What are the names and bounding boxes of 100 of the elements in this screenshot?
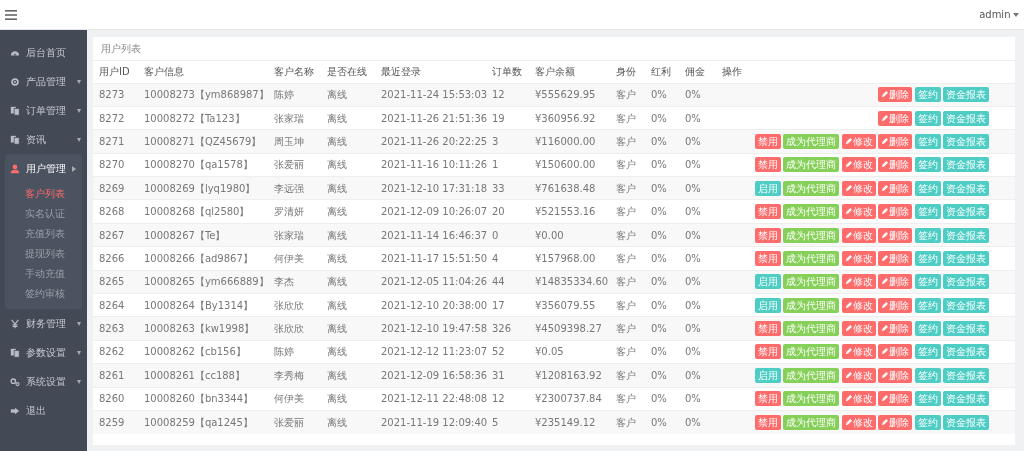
action-button[interactable]: 签约 — [914, 110, 941, 126]
action-button[interactable]: 签约 — [914, 227, 941, 243]
action-button[interactable]: 修改 — [841, 204, 876, 220]
action-button[interactable]: 修改 — [841, 157, 876, 173]
sidebar-item[interactable]: 退出 — [0, 396, 87, 425]
action-button[interactable]: 删除 — [878, 367, 912, 383]
action-button[interactable]: 资金报表 — [943, 297, 989, 313]
submenu-item[interactable]: 提现列表 — [5, 243, 82, 263]
action-button[interactable]: 成为代理商 — [783, 204, 839, 220]
sidebar-item[interactable]: 参数设置 — [0, 338, 87, 367]
sidebar-item[interactable]: 财务管理 — [0, 309, 87, 338]
action-button[interactable]: 删除 — [878, 297, 912, 313]
action-button[interactable]: 成为代理商 — [783, 297, 839, 313]
action-button[interactable]: 成为代理商 — [783, 250, 839, 266]
action-button[interactable]: 启用 — [754, 274, 781, 290]
action-button[interactable]: 删除 — [878, 87, 912, 103]
action-button[interactable]: 删除 — [878, 110, 912, 126]
action-button[interactable]: 签约 — [914, 344, 941, 360]
action-button[interactable]: 签约 — [914, 87, 941, 103]
action-button[interactable]: 资金报表 — [943, 87, 989, 103]
action-button[interactable]: 修改 — [841, 344, 876, 360]
action-button[interactable]: 签约 — [914, 157, 941, 173]
action-button[interactable]: 资金报表 — [943, 110, 989, 126]
action-button[interactable]: 启用 — [754, 367, 781, 383]
action-button[interactable]: 资金报表 — [943, 414, 989, 430]
action-button[interactable]: 删除 — [878, 133, 912, 149]
action-button[interactable]: 签约 — [914, 297, 941, 313]
action-button[interactable]: 资金报表 — [943, 367, 989, 383]
action-button[interactable]: 删除 — [878, 391, 912, 407]
action-button[interactable]: 签约 — [914, 133, 941, 149]
action-button[interactable]: 修改 — [841, 274, 876, 290]
action-button[interactable]: 成为代理商 — [783, 180, 839, 196]
submenu-item[interactable]: 手动充值 — [5, 263, 82, 283]
action-button[interactable]: 成为代理商 — [783, 414, 839, 430]
action-button[interactable]: 禁用 — [754, 204, 781, 220]
sidebar-item[interactable]: 资讯 — [0, 125, 87, 154]
action-button[interactable]: 删除 — [878, 274, 912, 290]
action-button[interactable]: 签约 — [914, 180, 941, 196]
action-button[interactable]: 签约 — [914, 367, 941, 383]
action-button[interactable]: 签约 — [914, 204, 941, 220]
action-button[interactable]: 删除 — [878, 344, 912, 360]
action-button[interactable]: 修改 — [841, 180, 876, 196]
sidebar-item[interactable]: 系统设置 — [0, 367, 87, 396]
action-button[interactable]: 资金报表 — [943, 227, 989, 243]
action-button[interactable]: 成为代理商 — [783, 391, 839, 407]
action-button[interactable]: 修改 — [841, 414, 876, 430]
action-button[interactable]: 资金报表 — [943, 250, 989, 266]
action-button[interactable]: 资金报表 — [943, 344, 989, 360]
action-button[interactable]: 启用 — [754, 297, 781, 313]
action-button[interactable]: 成为代理商 — [783, 133, 839, 149]
submenu-item[interactable]: 客户列表 — [5, 183, 82, 203]
action-button[interactable]: 删除 — [878, 180, 912, 196]
action-button[interactable]: 签约 — [914, 321, 941, 337]
action-button[interactable]: 禁用 — [754, 250, 781, 266]
action-button[interactable]: 资金报表 — [943, 180, 989, 196]
action-button[interactable]: 禁用 — [754, 391, 781, 407]
action-button[interactable]: 禁用 — [754, 321, 781, 337]
action-button[interactable]: 成为代理商 — [783, 344, 839, 360]
action-button[interactable]: 资金报表 — [943, 157, 989, 173]
action-button[interactable]: 成为代理商 — [783, 321, 839, 337]
action-button[interactable]: 删除 — [878, 157, 912, 173]
action-button[interactable]: 删除 — [878, 250, 912, 266]
action-button[interactable]: 成为代理商 — [783, 227, 839, 243]
submenu-item[interactable]: 实名认证 — [5, 203, 82, 223]
action-button[interactable]: 删除 — [878, 414, 912, 430]
action-button[interactable]: 资金报表 — [943, 204, 989, 220]
sidebar-item[interactable]: 产品管理 — [0, 67, 87, 96]
action-button[interactable]: 删除 — [878, 204, 912, 220]
action-button[interactable]: 启用 — [754, 180, 781, 196]
action-button[interactable]: 成为代理商 — [783, 157, 839, 173]
action-button[interactable]: 签约 — [914, 274, 941, 290]
sidebar-item[interactable]: 后台首页 — [0, 38, 87, 67]
user-menu[interactable]: admin — [979, 7, 1019, 22]
action-button[interactable]: 修改 — [841, 391, 876, 407]
action-button[interactable]: 修改 — [841, 367, 876, 383]
action-button[interactable]: 成为代理商 — [783, 367, 839, 383]
action-button[interactable]: 禁用 — [754, 344, 781, 360]
action-button[interactable]: 成为代理商 — [783, 274, 839, 290]
action-button[interactable]: 签约 — [914, 250, 941, 266]
action-button[interactable]: 修改 — [841, 133, 876, 149]
action-button[interactable]: 签约 — [914, 414, 941, 430]
action-button[interactable]: 修改 — [841, 321, 876, 337]
action-button[interactable]: 签约 — [914, 391, 941, 407]
action-button[interactable]: 禁用 — [754, 157, 781, 173]
action-button[interactable]: 修改 — [841, 250, 876, 266]
sidebar-item[interactable]: 订单管理 — [0, 96, 87, 125]
submenu-item[interactable]: 充值列表 — [5, 223, 82, 243]
action-button[interactable]: 禁用 — [754, 414, 781, 430]
sidebar-item[interactable]: 用户管理 — [5, 154, 82, 183]
action-button[interactable]: 资金报表 — [943, 133, 989, 149]
action-button[interactable]: 资金报表 — [943, 321, 989, 337]
action-button[interactable]: 禁用 — [754, 227, 781, 243]
submenu-item[interactable]: 签约审核 — [5, 283, 82, 303]
menu-icon[interactable] — [5, 9, 17, 20]
action-button[interactable]: 禁用 — [754, 133, 781, 149]
action-button[interactable]: 资金报表 — [943, 391, 989, 407]
action-button[interactable]: 修改 — [841, 297, 876, 313]
action-button[interactable]: 删除 — [878, 227, 912, 243]
action-button[interactable]: 资金报表 — [943, 274, 989, 290]
action-button[interactable]: 修改 — [841, 227, 876, 243]
